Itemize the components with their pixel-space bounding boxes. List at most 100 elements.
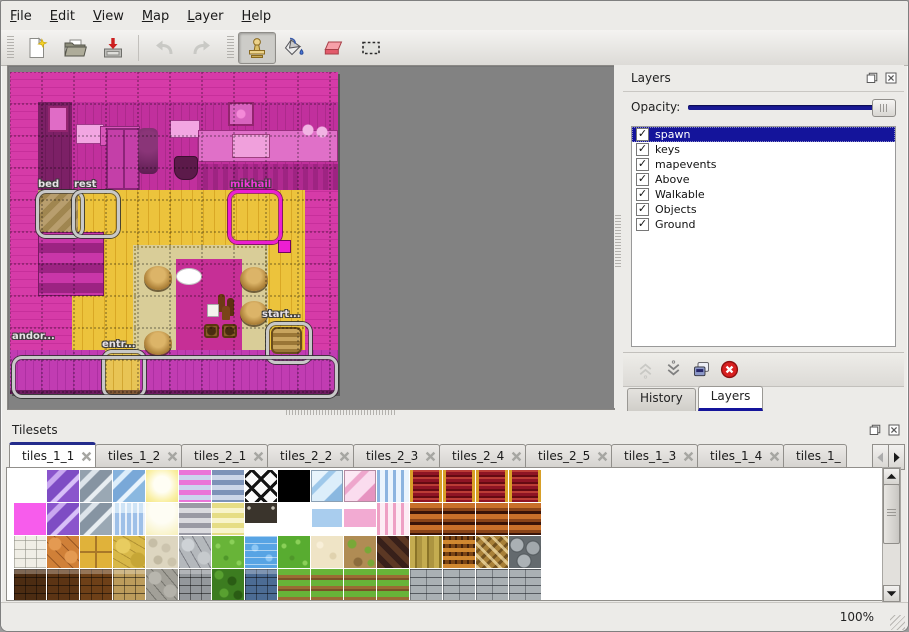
tile-brick-blue[interactable] [245,569,277,601]
open-map-button[interactable] [56,32,94,64]
opacity-slider-handle[interactable] [872,99,896,117]
tile-sign-dark[interactable] [245,503,277,535]
tile-glass-gray[interactable] [80,470,112,502]
layer-row-spawn[interactable]: ✓spawn [632,127,895,142]
tile-pane-blue[interactable] [311,470,343,502]
tile-rug-red[interactable] [476,470,508,502]
tile-rug-red[interactable] [443,470,475,502]
tile-shelf-brown[interactable] [509,503,541,535]
tile-empty[interactable] [14,470,46,502]
tab-close-icon[interactable] [166,450,179,463]
tileset-view[interactable] [6,467,885,601]
tileset-tab-tiles_1_4[interactable]: tiles_1_4 [697,444,784,468]
tile-glow-pale[interactable] [146,503,178,535]
tile-stone-yellow[interactable] [113,536,145,568]
tile-cobble-gray[interactable] [146,569,178,601]
layer-visibility-checkbox[interactable]: ✓ [636,188,649,201]
tab-close-icon[interactable] [682,450,695,463]
redo-button[interactable] [183,32,221,64]
tile-hedge-green[interactable] [212,569,244,601]
tile-wood-dark[interactable] [377,536,409,568]
tile-glow-yellow[interactable] [146,470,178,502]
layer-visibility-checkbox[interactable]: ✓ [636,128,649,141]
tile-water-blue[interactable] [245,536,277,568]
tile-shelf-brown[interactable] [443,503,475,535]
tile-stripes-gray[interactable] [179,503,211,535]
menu-view[interactable]: View [84,7,133,26]
tile-glass-blue[interactable] [113,470,145,502]
map-canvas[interactable]: bedrestmikhailstart...entr...andor... [10,72,338,394]
layer-row-keys[interactable]: ✓keys [632,142,895,157]
tile-brick-tan[interactable] [113,569,145,601]
tab-close-icon[interactable] [424,450,437,463]
tile-curtain-blue[interactable] [377,470,409,502]
layer-visibility-checkbox[interactable]: ✓ [636,158,649,171]
tile-stripes-yellow[interactable] [212,503,244,535]
scroll-down-icon[interactable] [883,585,900,602]
new-map-button[interactable] [18,32,56,64]
tile-pebble-beige[interactable] [146,536,178,568]
close-icon[interactable] [883,71,898,86]
undo-button[interactable] [145,32,183,64]
tileset-tab-tiles_2_2[interactable]: tiles_2_2 [267,444,354,468]
tileset-tab-tiles_1_3[interactable]: tiles_1_3 [611,444,698,468]
tile-pane-pink-sm[interactable] [344,503,376,535]
tile-rug-red[interactable] [410,470,442,502]
layer-list[interactable]: ✓spawn✓keys✓mapevents✓Above✓Walkable✓Obj… [631,126,896,347]
tile-empty[interactable] [278,503,310,535]
tile-logs-gray[interactable] [509,536,541,568]
tab-close-icon[interactable] [338,450,351,463]
tileset-tab-tiles_1_1[interactable]: tiles_1_1 [9,442,96,468]
save-map-button[interactable] [94,32,132,64]
layer-row-above[interactable]: ✓Above [632,172,895,187]
scroll-up-icon[interactable] [883,468,900,485]
tileset-tab-tiles_2_5[interactable]: tiles_2_5 [525,444,612,468]
layer-visibility-checkbox[interactable]: ✓ [636,143,649,156]
float-icon[interactable] [864,71,879,86]
tile-pane-blue-sm[interactable] [311,503,343,535]
tile-rug-red[interactable] [509,470,541,502]
tile-wicker[interactable] [443,536,475,568]
tile-black[interactable] [278,470,310,502]
tile-planks-gray[interactable] [443,569,475,601]
layer-visibility-checkbox[interactable]: ✓ [636,203,649,216]
horizontal-splitter[interactable] [7,408,613,417]
menu-file[interactable]: File [1,7,41,26]
tab-close-icon[interactable] [80,450,93,463]
map-object-rest[interactable] [72,190,120,238]
tile-planks-gray[interactable] [509,569,541,601]
raise-layer-button[interactable] [631,357,659,383]
tab-close-icon[interactable] [596,450,609,463]
tile-sand-cream[interactable] [311,536,343,568]
opacity-slider[interactable] [688,98,896,116]
layer-visibility-checkbox[interactable]: ✓ [636,173,649,186]
tile-furrow-grass[interactable] [278,569,310,601]
tile-furrow-grass[interactable] [377,569,409,601]
tile-stripes-blue[interactable] [212,470,244,502]
lower-layer-button[interactable] [659,357,687,383]
tile-grass-green[interactable] [212,536,244,568]
tile-dirt-grass[interactable] [344,536,376,568]
tile-tile-yellow[interactable] [80,536,112,568]
layer-row-walkable[interactable]: ✓Walkable [632,187,895,202]
menu-edit[interactable]: Edit [41,7,84,26]
tile-shelf-brown[interactable] [410,503,442,535]
tile-brick-brown[interactable] [80,569,112,601]
tile-herringbone[interactable] [476,536,508,568]
tile-pane-pink[interactable] [344,470,376,502]
tile-water-shimmer[interactable] [113,503,145,535]
toolbar-grip[interactable] [227,36,234,60]
map-object-andor[interactable] [12,356,338,398]
tab-close-icon[interactable] [252,450,265,463]
layer-visibility-checkbox[interactable]: ✓ [636,218,649,231]
tileset-tab-tiles_1_[interactable]: tiles_1_ [783,444,847,468]
float-icon[interactable] [867,423,882,438]
resize-grip[interactable] [890,615,905,630]
scrollbar-thumb[interactable] [883,484,900,544]
tileset-tab-tiles_1_2[interactable]: tiles_1_2 [95,444,182,468]
map-object-mikhail[interactable] [228,190,282,244]
tile-grass-green2[interactable] [278,536,310,568]
tile-glass-gray-sm[interactable] [80,503,112,535]
delete-layer-button[interactable] [715,357,743,383]
stamp-tool-button[interactable] [238,32,276,64]
